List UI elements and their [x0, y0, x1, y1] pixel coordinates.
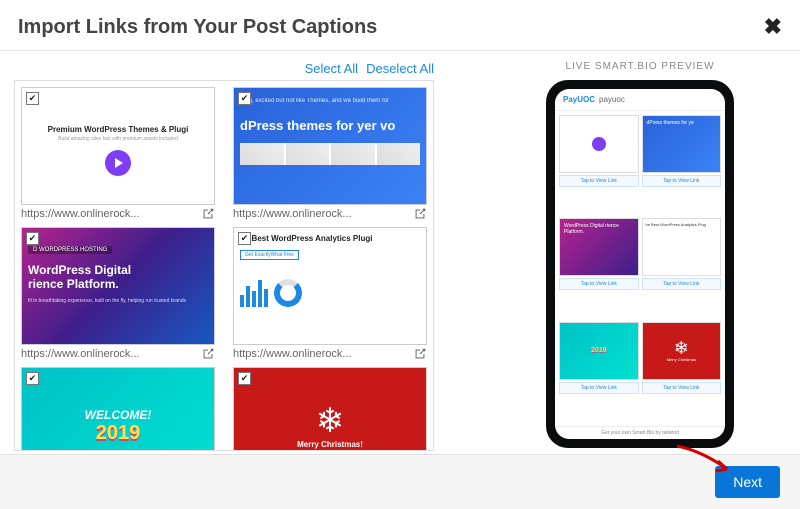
preview-thumb: 2019 [559, 322, 639, 380]
thumb-charts [240, 277, 420, 307]
preview-footer: Get your own Smart.Bio by tailwind [555, 426, 725, 439]
post-link-row: https://www.onlinerock... [233, 207, 427, 221]
post-item[interactable]: ✔ WELCOME! 2019 [21, 367, 215, 451]
thumb-topline: Blog, excited but not like Themes, and w… [240, 98, 420, 104]
play-icon [105, 150, 131, 176]
preview-profile-name: payuoc [599, 95, 625, 104]
thumb-badge: WELCOME! 2019 [85, 408, 152, 445]
post-link-row: https://www.onlinerock... [233, 347, 427, 361]
preview-thumb: ❄Merry Christmas [642, 322, 722, 380]
preview-thumb: he Best WordPress Analytics Plug [642, 218, 722, 276]
checkbox-icon[interactable]: ✔ [238, 232, 251, 245]
selection-actions: Select All Deselect All [14, 61, 434, 76]
preview-brand: PayUOC [563, 95, 595, 104]
select-all-link[interactable]: Select All [305, 61, 358, 76]
checkbox-icon[interactable]: ✔ [26, 372, 39, 385]
post-item[interactable]: ✔ he Best WordPress Analytics Plugi Get … [233, 227, 427, 361]
post-thumbnail[interactable]: ✔ he Best WordPress Analytics Plugi Get … [233, 227, 427, 345]
thumb-headline: dPress themes for yer vo [240, 118, 420, 133]
deselect-all-link[interactable]: Deselect All [366, 61, 434, 76]
thumb-welcome: WELCOME! [85, 408, 152, 422]
post-thumbnail[interactable]: ✔ ❄ Merry Christmas! [233, 367, 427, 451]
post-link-row: https://www.onlinerock... [21, 207, 215, 221]
preview-tap-link: Tap to View Link [559, 175, 639, 187]
preview-tap-link: Tap to View Link [559, 382, 639, 394]
posts-grid[interactable]: ✔ Premium WordPress Themes & Plugi Build… [14, 80, 434, 451]
preview-item: dPress themes for ye Tap to View Link [642, 115, 722, 215]
thumb-greeting: Merry Christmas! [297, 440, 363, 449]
preview-panel: LIVE SMART.BIO PREVIEW PayUOC payuoc Tap… [494, 61, 786, 451]
phone-frame: PayUOC payuoc Tap to View Link dPress th… [546, 80, 734, 448]
checkbox-icon[interactable]: ✔ [238, 92, 251, 105]
post-item[interactable]: ✔ D WORDPRESS HOSTING WordPress Digital … [21, 227, 215, 361]
post-item[interactable]: ✔ Blog, excited but not like Themes, and… [233, 87, 427, 221]
checkbox-icon[interactable]: ✔ [238, 372, 251, 385]
thumb-subtext: fit in breathtaking experience, built on… [28, 298, 208, 304]
thumb-headline: Premium WordPress Themes & Plugi [48, 125, 189, 134]
thumb-year: 2019 [85, 422, 152, 445]
preview-tap-link: Tap to View Link [559, 278, 639, 290]
preview-tap-link: Tap to View Link [642, 278, 722, 290]
post-item[interactable]: ✔ ❄ Merry Christmas! [233, 367, 427, 451]
post-thumbnail[interactable]: ✔ Blog, excited but not like Themes, and… [233, 87, 427, 205]
posts-panel: Select All Deselect All ✔ Premium WordPr… [14, 61, 434, 451]
phone-screen: PayUOC payuoc Tap to View Link dPress th… [555, 89, 725, 439]
preview-tap-link: Tap to View Link [642, 175, 722, 187]
preview-item: 2019 Tap to View Link [559, 322, 639, 422]
preview-thumb [559, 115, 639, 173]
modal-title: Import Links from Your Post Captions [18, 16, 377, 39]
thumb-headline: WordPress Digital rience Platform. [28, 264, 208, 292]
external-link-icon[interactable] [413, 347, 427, 361]
preview-item: WordPress Digital rience Platform. Tap t… [559, 218, 639, 318]
external-link-icon[interactable] [413, 207, 427, 221]
post-url: https://www.onlinerock... [233, 208, 410, 220]
close-icon[interactable]: ✖ [764, 14, 782, 40]
thumb-tag: D WORDPRESS HOSTING [28, 246, 112, 254]
preview-tap-link: Tap to View Link [642, 382, 722, 394]
post-url: https://www.onlinerock... [233, 348, 410, 360]
external-link-icon[interactable] [201, 347, 215, 361]
checkbox-icon[interactable]: ✔ [26, 232, 39, 245]
external-link-icon[interactable] [201, 207, 215, 221]
preview-item: ❄Merry Christmas Tap to View Link [642, 322, 722, 422]
preview-thumb: dPress themes for ye [642, 115, 722, 173]
modal-footer: Next [0, 454, 800, 509]
preview-thumb: WordPress Digital rience Platform. [559, 218, 639, 276]
post-url: https://www.onlinerock... [21, 208, 198, 220]
post-thumbnail[interactable]: ✔ WELCOME! 2019 [21, 367, 215, 451]
donut-icon [274, 279, 302, 307]
thumb-subtext: Build amazing sites fast with premium as… [58, 136, 178, 142]
post-url: https://www.onlinerock... [21, 348, 198, 360]
post-thumbnail[interactable]: ✔ D WORDPRESS HOSTING WordPress Digital … [21, 227, 215, 345]
preview-header: PayUOC payuoc [555, 89, 725, 111]
preview-grid: Tap to View Link dPress themes for ye Ta… [555, 111, 725, 426]
modal-header: Import Links from Your Post Captions ✖ [0, 0, 800, 51]
post-thumbnail[interactable]: ✔ Premium WordPress Themes & Plugi Build… [21, 87, 215, 205]
post-link-row: https://www.onlinerock... [21, 347, 215, 361]
next-button[interactable]: Next [715, 466, 780, 498]
preview-item: he Best WordPress Analytics Plug Tap to … [642, 218, 722, 318]
tree-icon: ❄ [316, 404, 345, 438]
modal-body: Select All Deselect All ✔ Premium WordPr… [0, 51, 800, 451]
thumb-cta: Get ExactlyWhat Free [240, 250, 299, 260]
thumb-mini-gallery [240, 143, 420, 165]
preview-item: Tap to View Link [559, 115, 639, 215]
checkbox-icon[interactable]: ✔ [26, 92, 39, 105]
preview-label: LIVE SMART.BIO PREVIEW [565, 61, 714, 72]
post-item[interactable]: ✔ Premium WordPress Themes & Plugi Build… [21, 87, 215, 221]
thumb-headline: he Best WordPress Analytics Plugi [240, 234, 420, 243]
